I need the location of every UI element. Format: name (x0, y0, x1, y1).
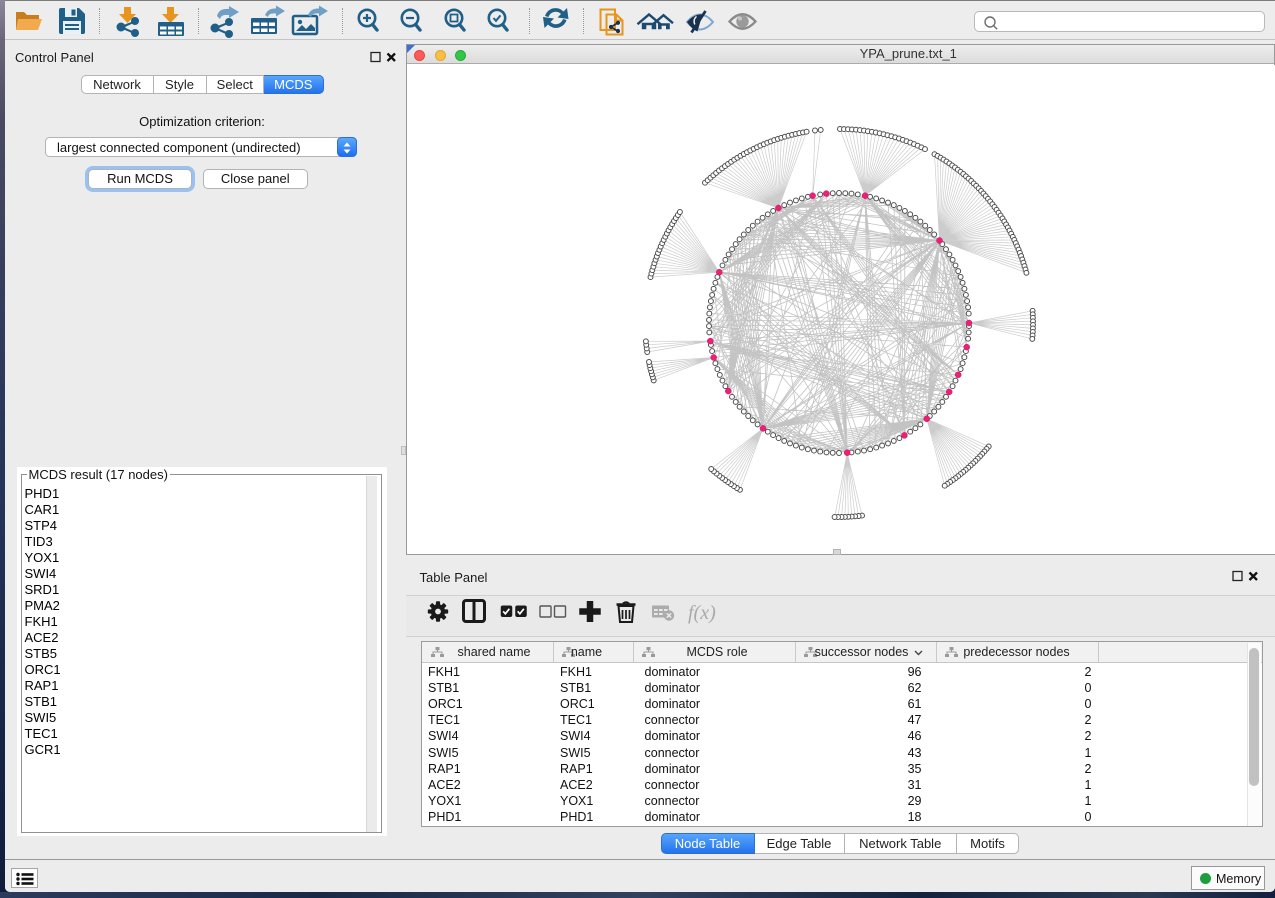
svg-text:f(x): f(x) (688, 602, 716, 624)
